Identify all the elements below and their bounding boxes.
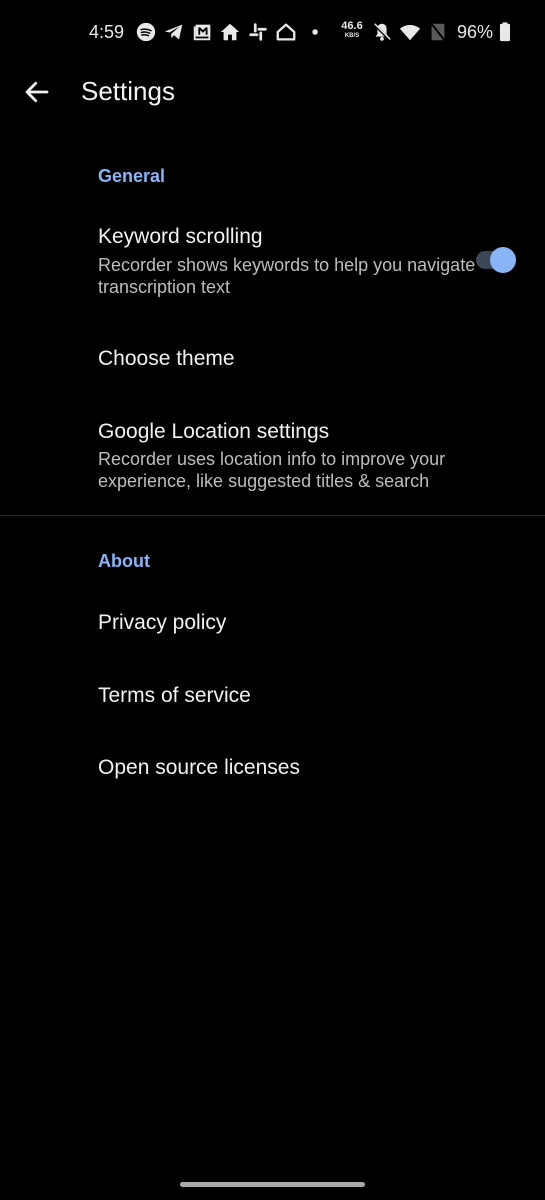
battery-icon [499,22,511,42]
more-dot-icon [312,29,318,35]
gesture-nav-handle[interactable] [180,1182,365,1187]
setting-title: Terms of service [98,684,251,707]
network-speed-unit: KB/S [344,33,360,39]
slack-icon [249,23,267,41]
setting-title: Open source licenses [98,756,300,779]
setting-keyword-scrolling[interactable]: Keyword scrolling Recorder shows keyword… [0,215,545,310]
setting-terms-of-service[interactable]: Terms of service [0,663,545,728]
home-icon [220,23,240,41]
toggle-thumb [490,247,516,273]
gmail-icon [193,24,211,41]
wifi-icon [399,25,421,41]
setting-open-source-licenses[interactable]: Open source licenses [0,736,545,801]
setting-privacy-policy[interactable]: Privacy policy [0,590,545,655]
bell-off-icon [372,22,392,42]
status-bar: 4:59 46.6 KB/S 96% [0,0,545,62]
section-header-about: About [98,551,150,571]
spotify-icon [136,22,156,42]
setting-subtitle: Recorder uses location info to improve y… [98,449,446,491]
setting-title: Keyword scrolling [98,225,263,248]
no-sim-icon [430,23,446,41]
setting-title: Choose theme [98,347,235,370]
setting-google-location[interactable]: Google Location settings Recorder uses l… [0,405,545,510]
google-home-icon [276,23,296,41]
battery-percent: 96% [457,21,494,42]
section-header-general: General [98,166,166,186]
network-speed-value: 46.6 [341,20,363,32]
setting-title: Privacy policy [98,611,227,634]
app-bar: Settings [0,62,545,122]
network-speed: 46.6 KB/S [339,20,365,40]
page-title: Settings [81,76,175,106]
setting-title: Google Location settings [98,420,330,443]
keyword-scrolling-toggle[interactable] [474,246,518,274]
setting-subtitle: Recorder shows keywords to help you navi… [98,255,476,297]
back-arrow-icon[interactable] [22,77,52,107]
setting-choose-theme[interactable]: Choose theme [0,325,545,395]
telegram-icon [164,24,183,40]
status-time: 4:59 [89,21,125,42]
section-divider [0,515,545,516]
